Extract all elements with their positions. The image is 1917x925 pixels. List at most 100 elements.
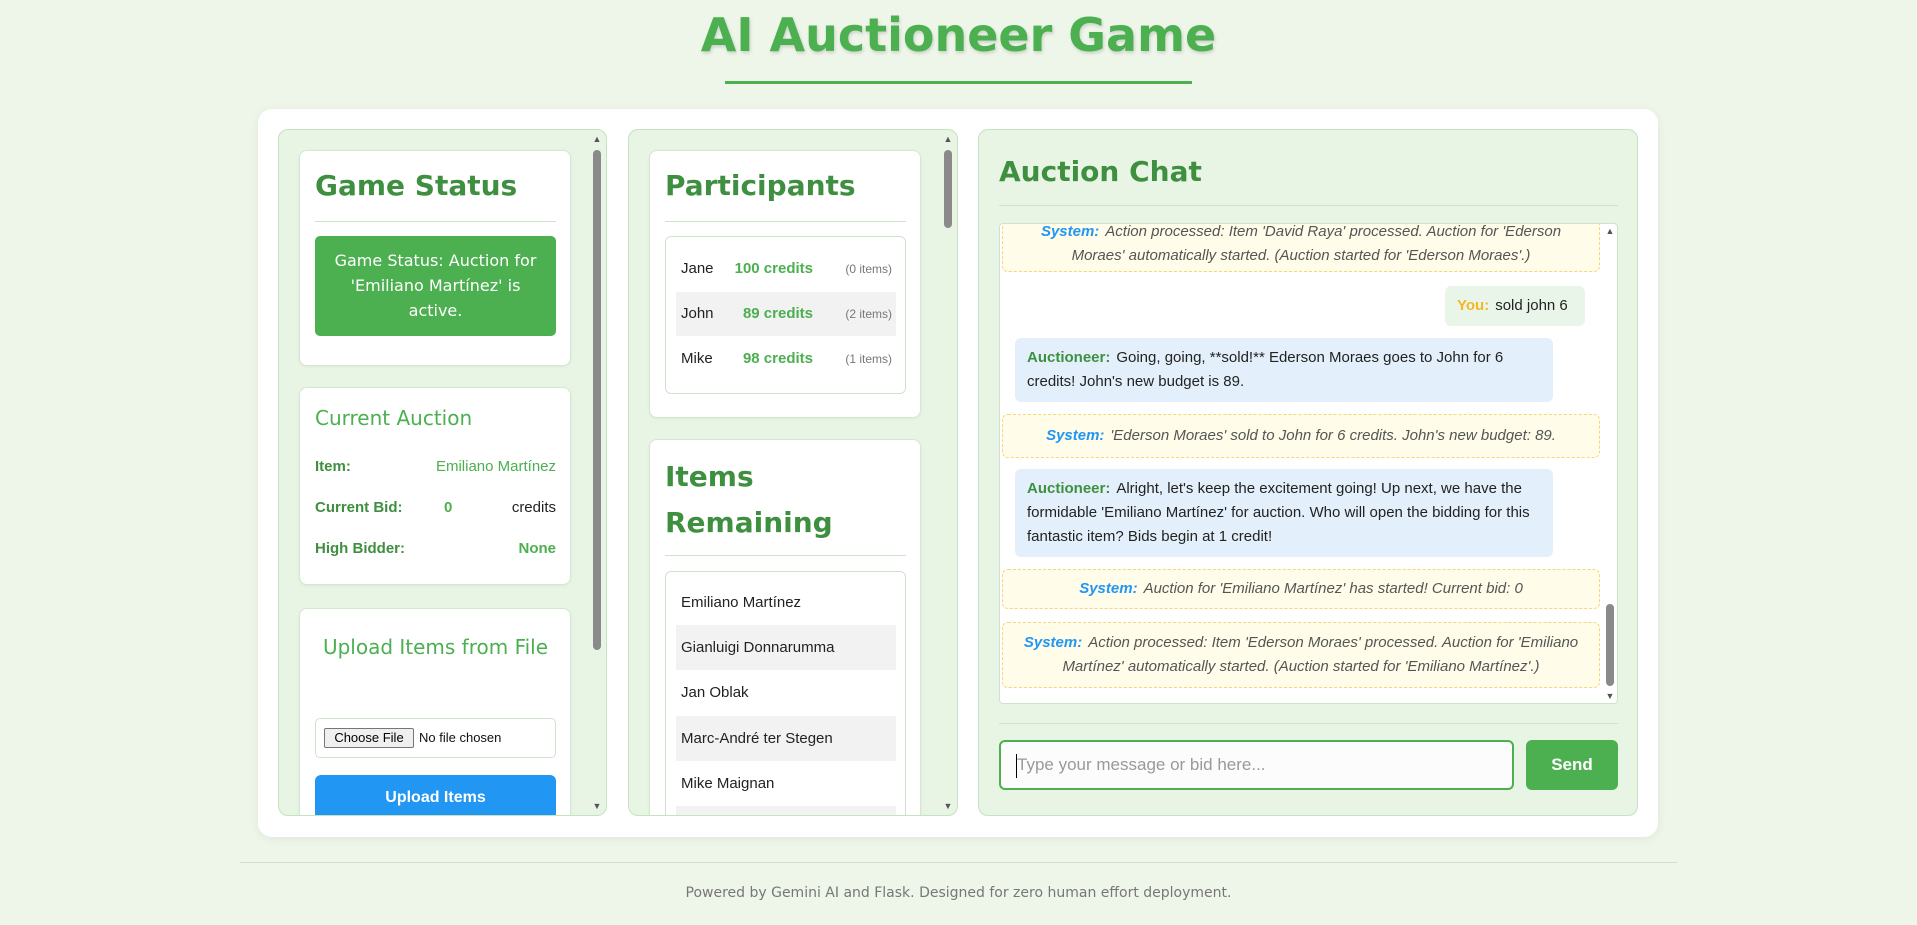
upload-panel: Upload Items from File Choose File No fi… [299,608,571,815]
message-text: Action processed: Item 'Ederson Moraes' … [1088,634,1579,651]
participant-items: (2 items) [845,307,892,321]
item-name: Marc-André ter Stegen [681,730,833,747]
game-status-panel: Game Status Game Status: Auction for 'Em… [299,150,571,366]
message-text: formidable 'Emiliano Martínez' for aucti… [1027,504,1530,521]
bidder-value: None [518,540,557,557]
scroll-up-icon[interactable]: ▲ [592,134,602,144]
message-sender: System: [1040,223,1100,240]
current-auction-heading: Current Auction [315,406,473,430]
participant-items: (0 items) [845,262,892,276]
chat-divider [999,723,1618,724]
list-item [676,806,896,815]
chat-message-system: System: Action processed: Item 'David Ray… [1002,223,1600,272]
message-sender: System: [1046,427,1105,444]
chat-message-system: System: Auction for 'Emiliano Martínez' h… [1002,569,1600,609]
heading-divider [315,221,556,222]
items-remaining-panel: Items Remaining Emiliano Martínez Gianlu… [649,439,921,815]
title-underline [725,81,1192,84]
participants-panel: Participants Jane 100 credits (0 items) … [649,150,921,418]
message-text: Moraes' automatically started. (Auction … [1071,247,1531,264]
item-name: Jan Oblak [681,684,749,701]
app-title: AI Auctioneer Game [700,8,1217,62]
middle-scrollbar[interactable]: ▲ ▼ [941,132,955,813]
heading-divider [999,205,1618,206]
scroll-thumb[interactable] [1606,604,1614,686]
file-input[interactable]: Choose File No file chosen [315,718,556,758]
auction-item-row: Item: Emiliano Martínez [315,458,556,480]
message-text: Action processed: Item 'David Raya' proc… [1105,223,1562,240]
scroll-thumb[interactable] [593,150,601,650]
scroll-down-icon[interactable]: ▼ [943,801,953,811]
items-remaining-list: Emiliano Martínez Gianluigi Donnarumma J… [665,571,906,815]
list-item: Mike Maignan [676,761,896,806]
scroll-thumb[interactable] [944,150,952,228]
scroll-up-icon[interactable]: ▲ [943,134,953,144]
text-caret [1016,754,1017,778]
choose-file-button[interactable]: Choose File [324,728,414,748]
message-text: Alright, let's keep the excitement going… [1116,480,1522,497]
participant-credits: 98 credits [742,350,813,367]
item-name: Mike Maignan [681,775,775,792]
footer-text: Powered by Gemini AI and Flask. Designed… [685,885,1232,901]
game-status-box: Game Status: Auction for 'Emiliano Martí… [315,236,556,336]
bid-value: 0 [444,499,453,516]
list-item: Gianluigi Donnarumma [676,625,896,670]
chat-column: Auction Chat System: Action processed: It… [978,129,1638,816]
scroll-up-icon[interactable]: ▲ [1605,226,1615,236]
participant-row: Mike 98 credits (1 items) [676,337,896,381]
message-sender: You: [1457,297,1490,314]
message-sender: Auctioneer: [1027,480,1111,497]
bidder-label: High Bidder: [315,540,405,557]
item-name: Emiliano Martínez [681,594,802,611]
chat-scrollbar[interactable]: ▲ ▼ [1603,224,1617,703]
participant-items: (1 items) [845,352,892,366]
message-sender: System: [1023,634,1083,651]
list-item: Marc-André ter Stegen [676,716,896,761]
bid-label: Current Bid: [315,499,403,516]
scroll-down-icon[interactable]: ▼ [592,801,602,811]
send-button[interactable]: Send [1526,740,1618,790]
items-remaining-heading: Items Remaining [665,454,833,546]
auction-bid-row: Current Bid: 0 credits [315,499,556,521]
message-sender: Auctioneer: [1027,349,1111,366]
message-sender: System: [1079,580,1138,597]
bid-unit: credits [511,499,556,516]
items-heading-line1: Items [665,460,754,493]
heading-divider [665,555,906,556]
message-text: Martínez' automatically started. (Auctio… [1062,658,1540,675]
current-auction-panel: Current Auction Item: Emiliano Martínez … [299,387,571,585]
main-container: Game Status Game Status: Auction for 'Em… [258,109,1658,837]
heading-divider [665,221,906,222]
message-text: Auction for 'Emiliano Martínez' has star… [1143,580,1523,597]
footer-divider [240,862,1677,863]
left-scrollbar[interactable]: ▲ ▼ [590,132,604,813]
chat-messages[interactable]: System: Action processed: Item 'David Ray… [999,223,1618,704]
participant-credits: 100 credits [734,260,813,277]
chat-input-placeholder: Type your message or bid here... [1017,755,1266,774]
list-item: Emiliano Martínez [676,580,896,625]
chat-message-auctioneer: Auctioneer: Alright, let's keep the excit… [1015,469,1553,557]
game-status-heading: Game Status [315,169,518,202]
chat-heading: Auction Chat [999,155,1202,188]
message-text: sold john 6 [1495,297,1568,314]
participants-heading: Participants [665,169,856,202]
auction-bidder-row: High Bidder: None [315,540,556,562]
item-label: Item: [315,458,351,475]
upload-items-button[interactable]: Upload Items [315,775,556,815]
message-text: 'Ederson Moraes' sold to John for 6 cred… [1110,427,1556,444]
upload-heading: Upload Items from File [322,635,549,659]
scroll-down-icon[interactable]: ▼ [1605,691,1615,701]
chat-message-user: You: sold john 6 [1445,286,1585,326]
message-text: credits! John's new budget is 89. [1027,373,1245,390]
left-column: Game Status Game Status: Auction for 'Em… [278,129,607,816]
chat-message-auctioneer: Auctioneer: Going, going, **sold!** Eders… [1015,338,1553,402]
participant-row: Jane 100 credits (0 items) [676,247,896,291]
items-heading-line2: Remaining [665,506,833,539]
list-item: Jan Oblak [676,670,896,715]
chat-input[interactable]: Type your message or bid here... [999,740,1514,790]
participants-list: Jane 100 credits (0 items) John 89 credi… [665,236,906,394]
item-name: Gianluigi Donnarumma [681,639,835,656]
middle-column: Participants Jane 100 credits (0 items) … [628,129,958,816]
item-value: Emiliano Martínez [435,458,556,475]
message-text: fantastic item? Bids begin at 1 credit! [1027,528,1273,545]
